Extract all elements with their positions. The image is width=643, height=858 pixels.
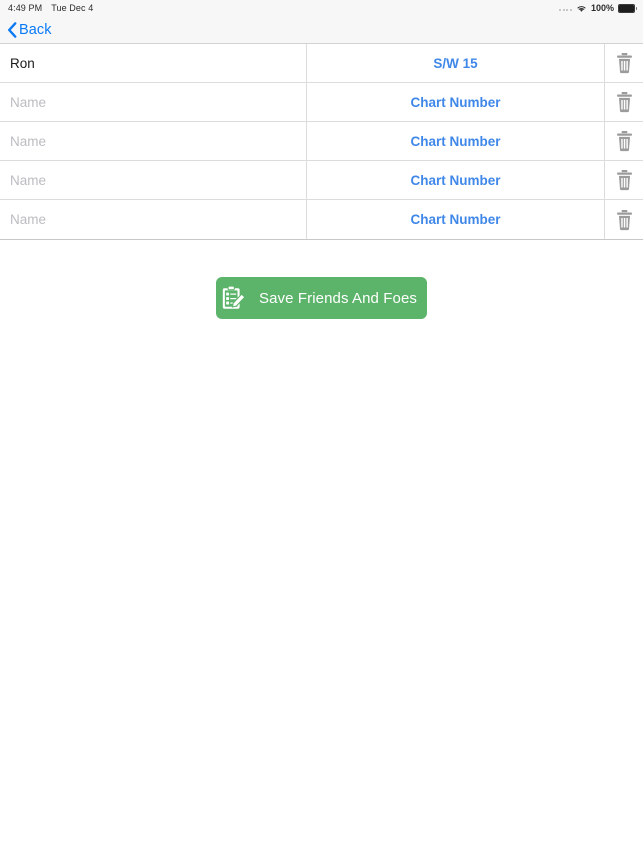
battery-full-icon — [618, 3, 637, 13]
trash-icon — [615, 52, 634, 74]
name-input[interactable]: Name — [10, 95, 46, 110]
table-row: Name Chart Number — [0, 122, 643, 161]
name-input[interactable]: Ron — [10, 56, 35, 71]
chart-number-input-cell[interactable]: Chart Number — [307, 122, 605, 160]
name-input-cell[interactable]: Name — [0, 83, 307, 121]
name-input-cell[interactable]: Name — [0, 161, 307, 199]
table-row: Ron S/W 15 — [0, 44, 643, 83]
delete-row-button[interactable] — [605, 44, 643, 82]
chevron-left-icon — [7, 21, 17, 38]
status-date: Tue Dec 4 — [51, 3, 94, 13]
navigation-bar: Back — [0, 16, 643, 44]
trash-icon — [615, 209, 634, 231]
trash-icon — [615, 169, 634, 191]
delete-row-button[interactable] — [605, 83, 643, 121]
name-input[interactable]: Name — [10, 134, 46, 149]
chart-number-input[interactable]: Chart Number — [410, 95, 500, 110]
battery-percent-label: 100% — [590, 3, 614, 13]
status-bar-right: 100% — [559, 0, 637, 16]
chart-number-input[interactable]: Chart Number — [410, 173, 500, 188]
chart-number-input-cell[interactable]: Chart Number — [307, 83, 605, 121]
name-input[interactable]: Name — [10, 173, 46, 188]
table-row: Name Chart Number — [0, 161, 643, 200]
delete-row-button[interactable] — [605, 122, 643, 160]
status-time: 4:49 PM — [8, 3, 43, 13]
wifi-icon — [576, 4, 587, 13]
friends-and-foes-table: Ron S/W 15 Name Chart Number Name Chart … — [0, 44, 643, 240]
clipboard-pencil-icon — [220, 284, 248, 312]
status-bar-left: 4:49 PM Tue Dec 4 — [8, 3, 93, 13]
name-input-cell[interactable]: Ron — [0, 44, 307, 82]
signal-dots-icon — [559, 5, 572, 11]
table-row: Name Chart Number — [0, 83, 643, 122]
chart-number-input[interactable]: Chart Number — [410, 212, 500, 227]
trash-icon — [615, 130, 634, 152]
trash-icon — [615, 91, 634, 113]
back-button-label: Back — [19, 21, 52, 38]
chart-number-input-cell[interactable]: Chart Number — [307, 161, 605, 199]
save-button-label: Save Friends And Foes — [258, 289, 418, 307]
status-bar: 4:49 PM Tue Dec 4 100% — [0, 0, 643, 16]
back-button[interactable]: Back — [7, 22, 52, 38]
delete-row-button[interactable] — [605, 161, 643, 199]
table-row: Name Chart Number — [0, 200, 643, 239]
chart-number-input-cell[interactable]: Chart Number — [307, 200, 605, 239]
save-button-container: Save Friends And Foes — [0, 277, 643, 319]
name-input-cell[interactable]: Name — [0, 200, 307, 239]
delete-row-button[interactable] — [605, 200, 643, 239]
save-friends-and-foes-button[interactable]: Save Friends And Foes — [216, 277, 427, 319]
name-input-cell[interactable]: Name — [0, 122, 307, 160]
chart-number-input-cell[interactable]: S/W 15 — [307, 44, 605, 82]
chart-number-input[interactable]: Chart Number — [410, 134, 500, 149]
name-input[interactable]: Name — [10, 212, 46, 227]
chart-number-input[interactable]: S/W 15 — [433, 56, 477, 71]
